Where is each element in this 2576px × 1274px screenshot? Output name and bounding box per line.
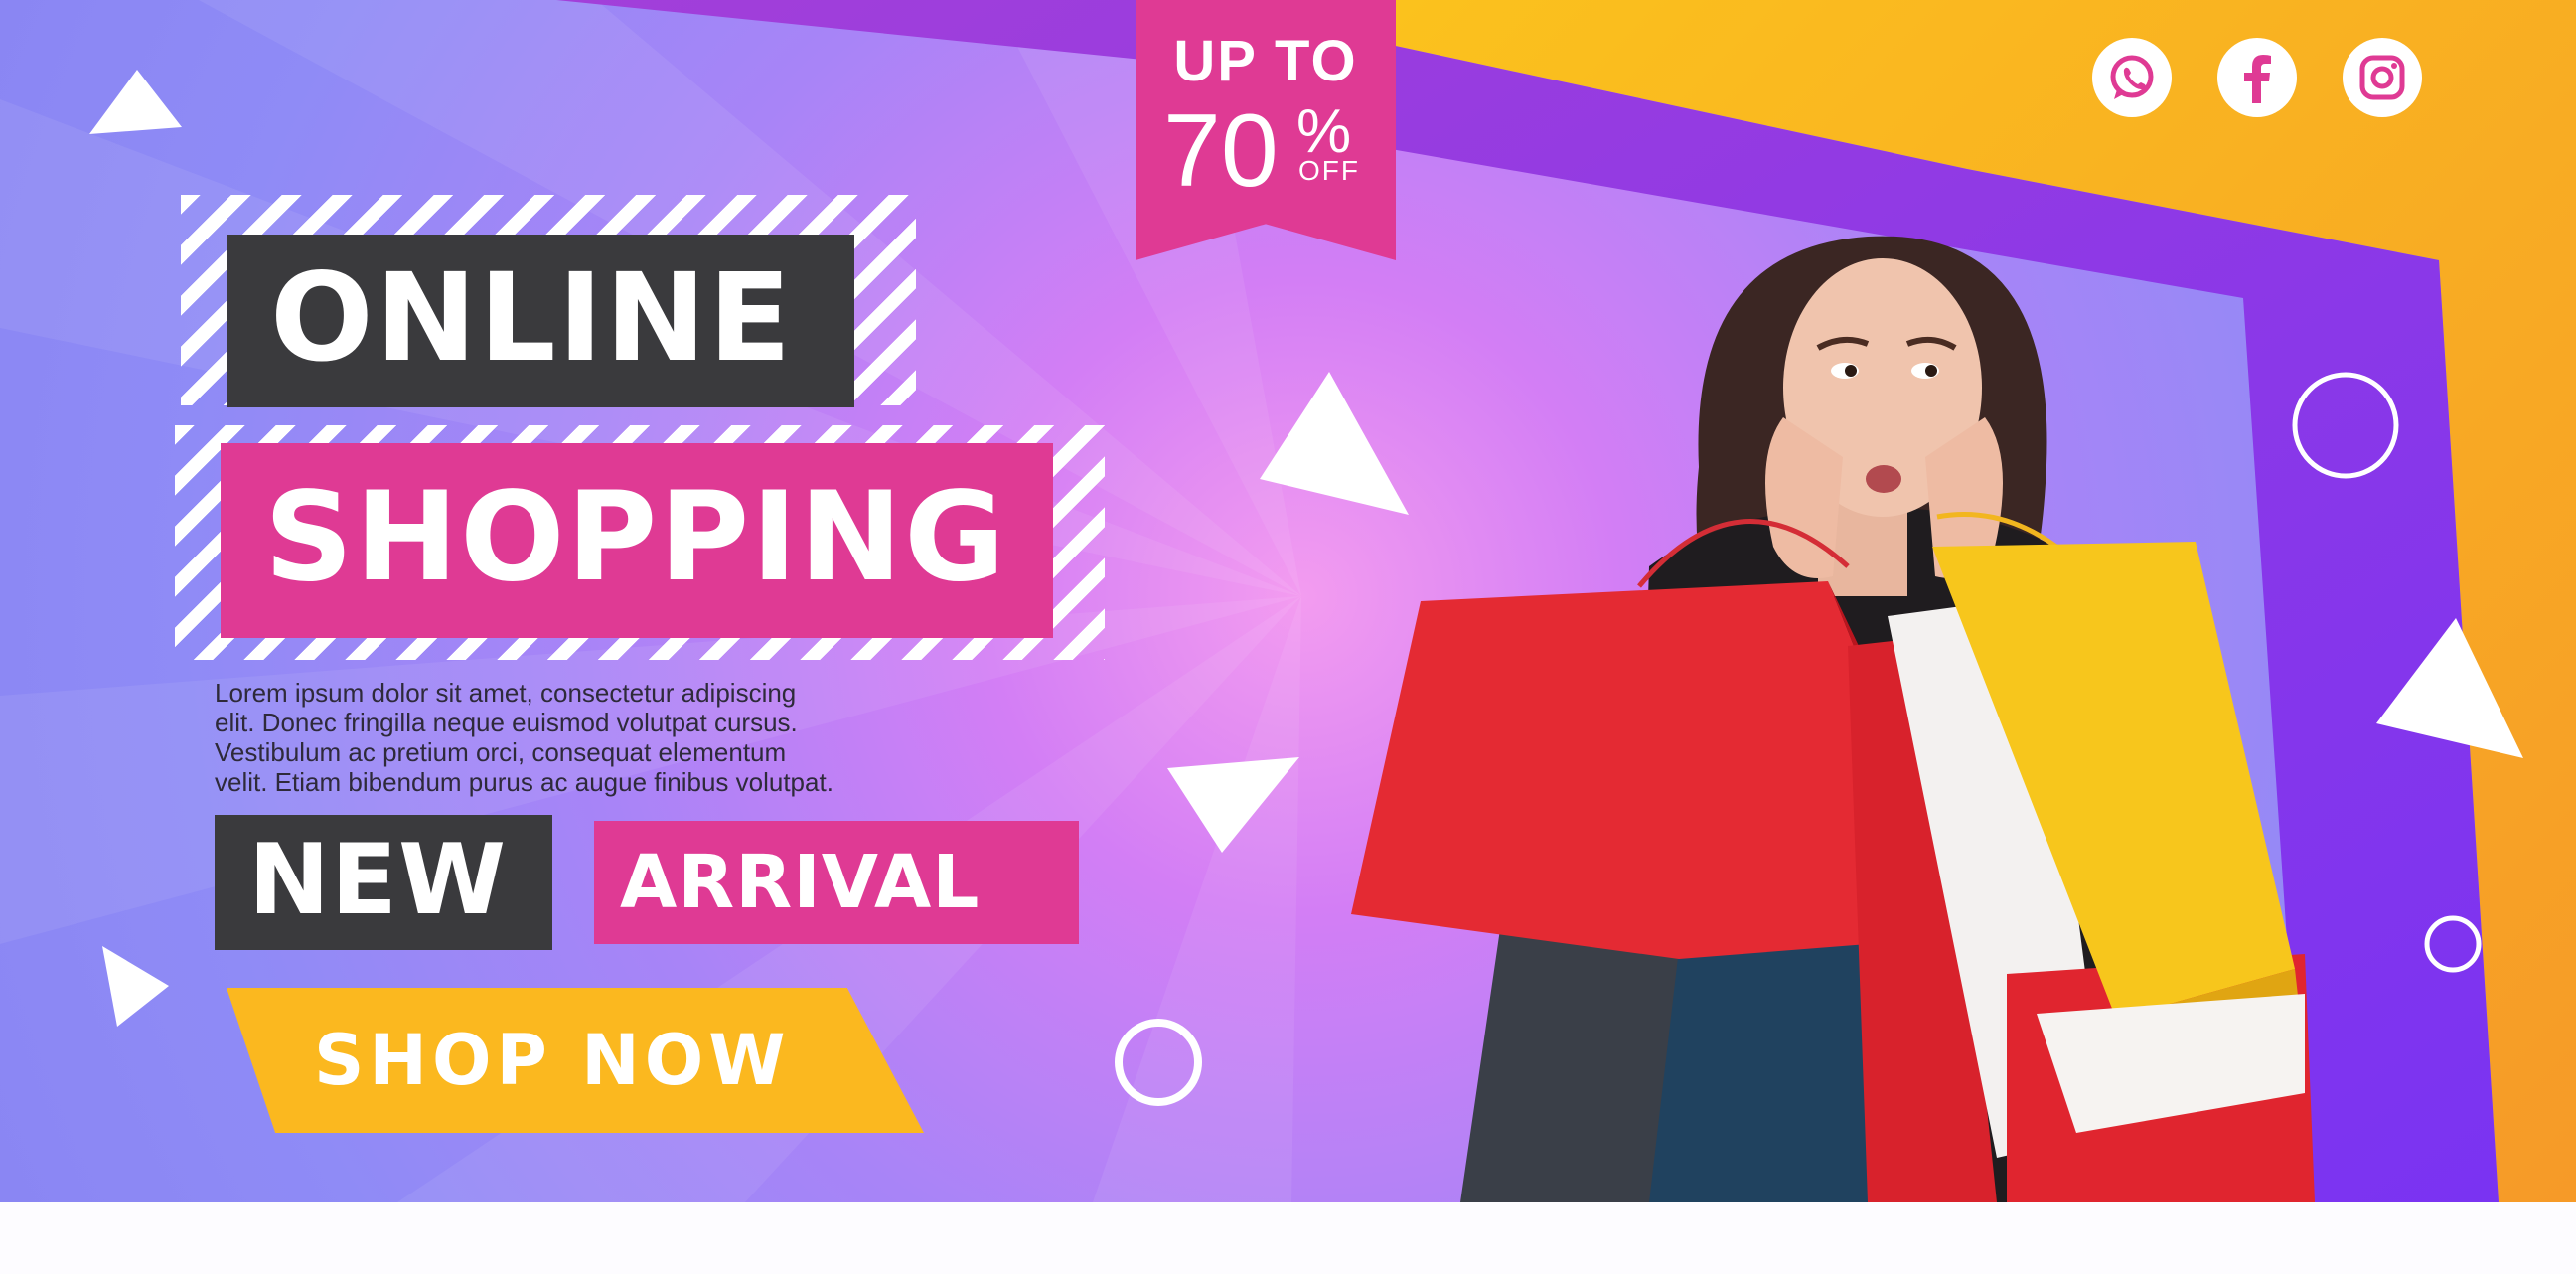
woman-with-shopping-bags-image xyxy=(1351,236,2315,1202)
shop-now-label: SHOP NOW xyxy=(314,1020,791,1101)
decor-triangle xyxy=(89,70,182,134)
instagram-icon[interactable] xyxy=(2343,38,2422,117)
bottom-margin xyxy=(0,1202,2576,1274)
body-copy: Lorem ipsum dolor sit amet, consectetur … xyxy=(215,678,970,797)
arrival-tag-label: ARRIVAL xyxy=(620,840,981,925)
decor-triangle xyxy=(102,946,169,1027)
shop-now-button[interactable]: SHOP NOW xyxy=(227,988,924,1133)
discount-suffix: OFF xyxy=(1298,155,1360,186)
headline-shopping: SHOPPING xyxy=(264,466,1007,609)
body-line: Lorem ipsum dolor sit amet, consectetur … xyxy=(215,678,797,708)
discount-prefix: UP TO xyxy=(1173,29,1358,93)
body-line: elit. Donec fringilla neque euismod volu… xyxy=(215,708,798,737)
headline-online: ONLINE xyxy=(270,247,794,389)
body-line: velit. Etiam bibendum purus ac augue fin… xyxy=(215,767,833,797)
whatsapp-icon[interactable] xyxy=(2092,38,2172,117)
body-line: Vestibulum ac pretium orci, consequat el… xyxy=(215,737,787,767)
new-tag-label: NEW xyxy=(248,824,508,937)
headline-online-box: ONLINE xyxy=(227,235,854,407)
arrival-tag: ARRIVAL xyxy=(594,821,1079,944)
headline-shopping-box: SHOPPING xyxy=(221,443,1053,638)
facebook-icon[interactable] xyxy=(2217,38,2297,117)
promo-banner: ONLINE SHOPPING Lorem ipsum dolor sit am… xyxy=(0,0,2576,1202)
new-tag: NEW xyxy=(215,815,552,950)
discount-value: 70 xyxy=(1163,93,1279,209)
